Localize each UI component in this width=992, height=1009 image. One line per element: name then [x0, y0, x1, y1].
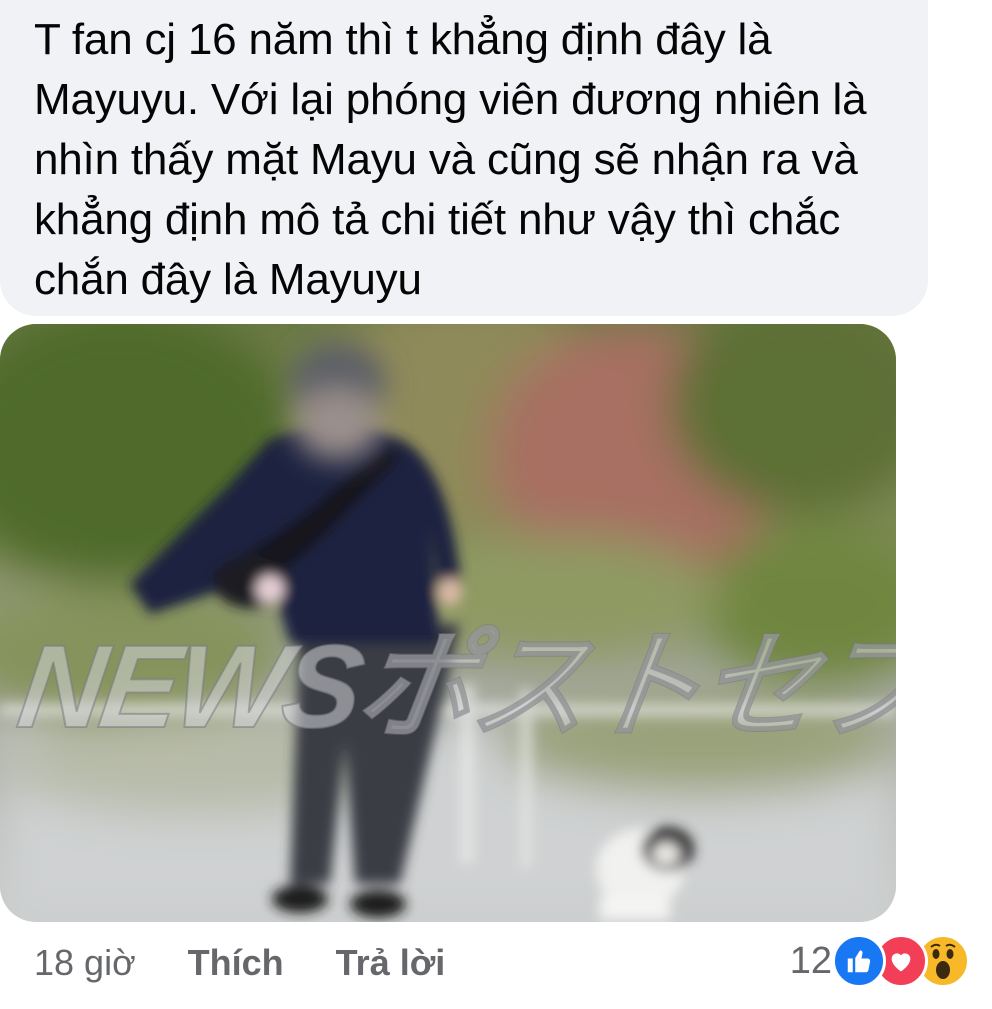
timestamp: 18 giờ — [34, 942, 136, 983]
comment-text: T fan cj 16 năm thì t khẳng định đây là … — [34, 15, 867, 304]
reply-button[interactable]: Trả lời — [336, 942, 446, 984]
like-icon — [832, 934, 886, 988]
comment-bubble[interactable]: T fan cj 16 năm thì t khẳng định đây là … — [0, 0, 928, 316]
news-watermark: NEWSポストセブン — [10, 620, 896, 754]
reaction-count: 12 — [789, 939, 832, 982]
comment-actions: 18 giờ Thích Trả lời — [34, 938, 497, 988]
like-button[interactable]: Thích — [188, 942, 284, 984]
reaction-summary[interactable]: 12 — [790, 934, 970, 988]
comment-photo[interactable]: NEWSポストセブン — [0, 324, 896, 922]
